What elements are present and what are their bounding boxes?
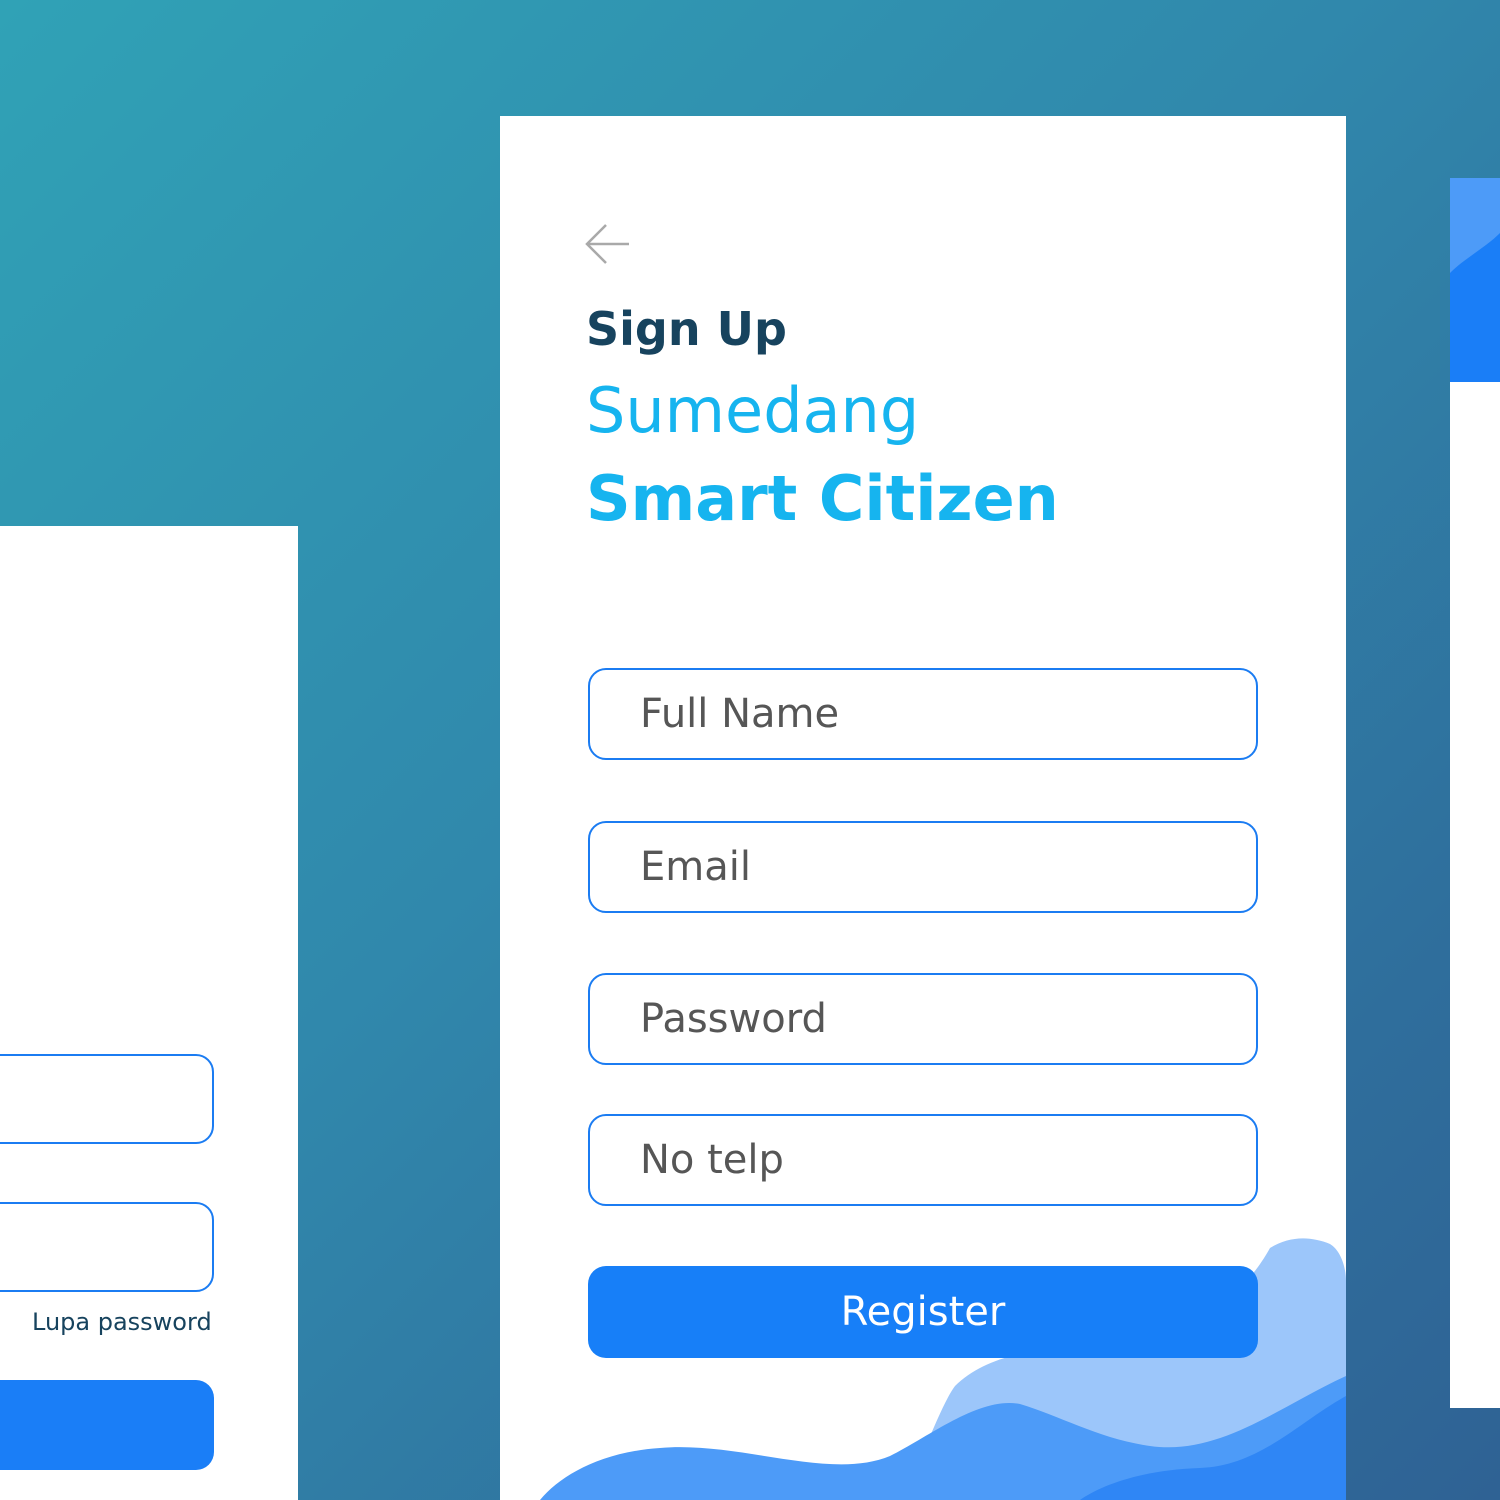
decorative-wave (1450, 178, 1500, 273)
brand-name-line1: Sumedang (586, 374, 920, 447)
login-password-field[interactable] (0, 1202, 214, 1292)
page-title: Sign Up (586, 302, 787, 356)
password-field[interactable] (588, 973, 1258, 1065)
login-username-field[interactable] (0, 1054, 214, 1144)
card-header-banner (1450, 178, 1500, 382)
arrow-left-icon[interactable] (584, 222, 632, 266)
login-button[interactable] (0, 1380, 214, 1470)
signup-card: Sign Up Sumedang Smart Citizen Register (500, 116, 1346, 1500)
register-button[interactable]: Register (588, 1266, 1258, 1358)
email-field[interactable] (588, 821, 1258, 913)
forgot-password-link[interactable]: Lupa password (32, 1308, 212, 1336)
phone-field[interactable] (588, 1114, 1258, 1206)
brand-name-line2: Smart Citizen (586, 462, 1059, 535)
partial-card-right (1450, 178, 1500, 1408)
full-name-field[interactable] (588, 668, 1258, 760)
login-card: Lupa password (0, 526, 298, 1500)
